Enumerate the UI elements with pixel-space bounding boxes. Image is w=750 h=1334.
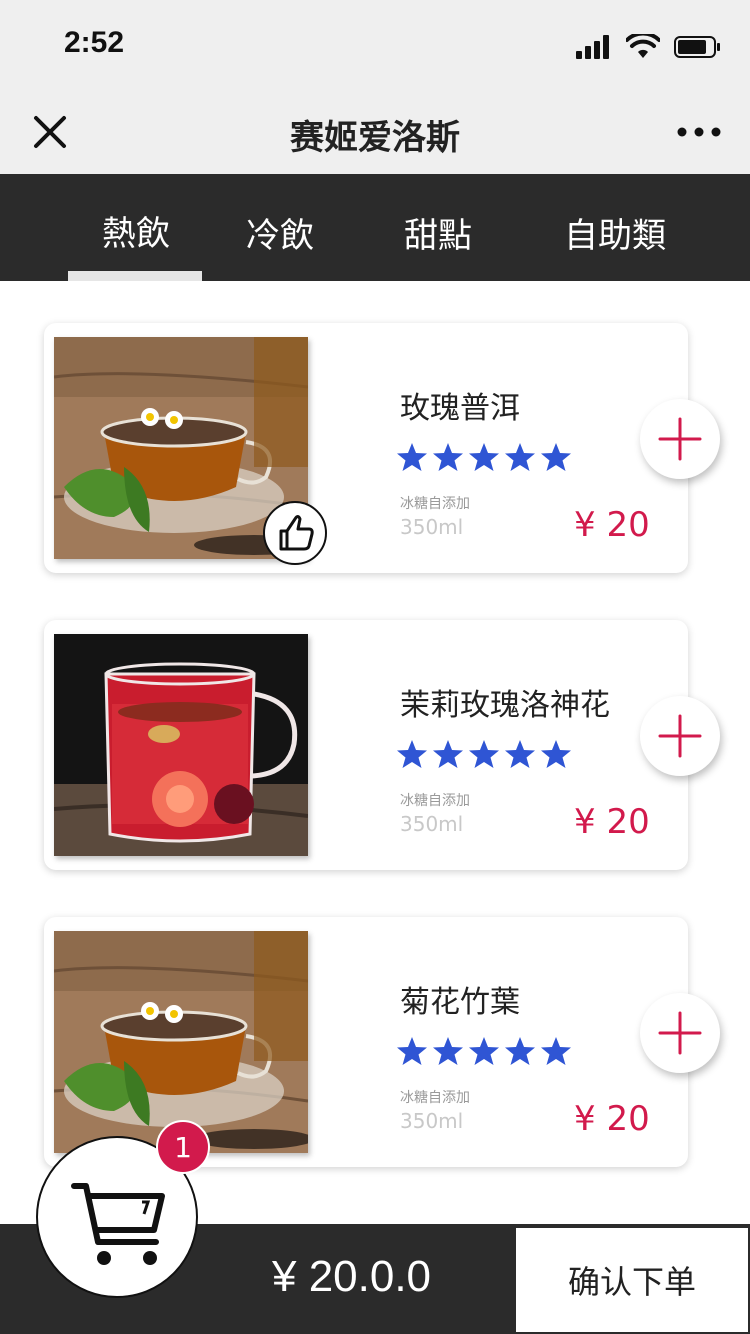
nav-bar: 赛姬爱洛斯	[0, 88, 750, 174]
product-note: 冰糖自添加	[400, 496, 470, 512]
product-rating	[396, 738, 572, 770]
product-rating	[396, 441, 572, 473]
status-icons	[576, 30, 722, 64]
star-icon	[433, 740, 463, 768]
signal-icon	[576, 35, 609, 59]
wifi-icon	[626, 34, 660, 58]
status-time: 2:52	[64, 26, 125, 59]
product-card[interactable]: 茉莉玫瑰洛神花 冰糖自添加 350ml ¥ 20	[44, 620, 720, 870]
star-icon	[505, 1037, 535, 1065]
plus-icon	[658, 417, 702, 461]
product-volume: 350ml	[400, 515, 464, 539]
star-icon	[433, 443, 463, 471]
star-icon	[433, 1037, 463, 1065]
battery-icon	[674, 36, 720, 58]
product-price: ¥ 20	[574, 505, 650, 545]
product-name: 茉莉玫瑰洛神花	[400, 688, 610, 723]
product-note: 冰糖自添加	[400, 793, 470, 809]
status-bar: 2:52	[0, 0, 750, 88]
add-to-cart-button[interactable]	[640, 696, 720, 776]
confirm-order-button[interactable]: 确认下单	[514, 1226, 750, 1334]
product-name: 玫瑰普洱	[400, 391, 520, 426]
tab-desserts[interactable]: 甜點	[404, 208, 472, 257]
page-title: 赛姬爱洛斯	[290, 118, 460, 158]
product-image	[54, 634, 308, 856]
tab-self-service[interactable]: 自助類	[564, 208, 666, 257]
star-icon	[397, 740, 427, 768]
product-card[interactable]: 菊花竹葉 冰糖自添加 350ml ¥ 20	[44, 917, 720, 1167]
tab-cold-drinks[interactable]: 冷飲	[246, 208, 314, 257]
star-icon	[505, 740, 535, 768]
add-to-cart-button[interactable]	[640, 399, 720, 479]
star-icon	[541, 740, 571, 768]
tab-hot-drinks[interactable]: 熱飲	[102, 206, 170, 255]
more-icon[interactable]	[676, 110, 722, 150]
cart-total: ¥ 20.0.0	[272, 1252, 432, 1301]
star-icon	[397, 1037, 427, 1065]
tab-active-indicator	[68, 271, 202, 281]
product-volume: 350ml	[400, 812, 464, 836]
star-icon	[505, 443, 535, 471]
star-icon	[469, 1037, 499, 1065]
product-card[interactable]: 玫瑰普洱 冰糖自添加 350ml ¥ 20	[44, 323, 720, 573]
star-icon	[469, 443, 499, 471]
plus-icon	[658, 1011, 702, 1055]
product-price: ¥ 20	[574, 1099, 650, 1139]
product-volume: 350ml	[400, 1109, 464, 1133]
product-note: 冰糖自添加	[400, 1090, 470, 1106]
star-icon	[397, 443, 427, 471]
recommended-badge	[263, 501, 327, 565]
plus-icon	[658, 714, 702, 758]
add-to-cart-button[interactable]	[640, 993, 720, 1073]
product-rating	[396, 1035, 572, 1067]
star-icon	[541, 443, 571, 471]
category-tabs: 熱飲 冷飲 甜點 自助類	[0, 174, 750, 281]
product-price: ¥ 20	[574, 802, 650, 842]
star-icon	[541, 1037, 571, 1065]
product-name: 菊花竹葉	[400, 985, 520, 1020]
thumbs-up-icon	[279, 515, 314, 551]
star-icon	[469, 740, 499, 768]
cart-count-badge: 1	[156, 1120, 210, 1174]
